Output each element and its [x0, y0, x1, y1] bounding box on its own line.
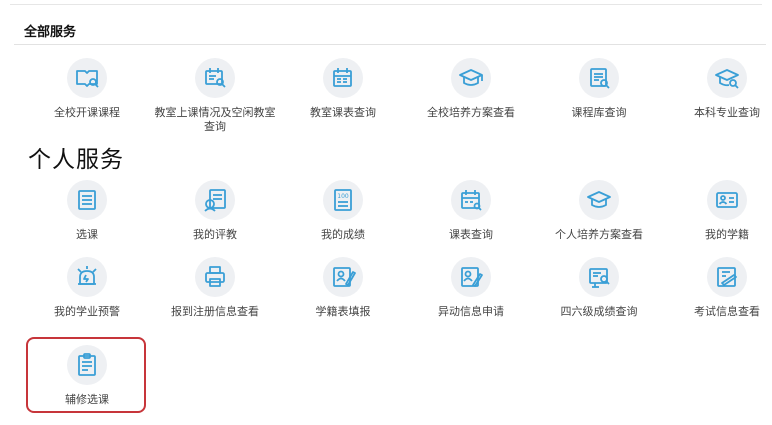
service-item-label: 学籍表填报 [315, 305, 371, 318]
calendar-search-icon [323, 58, 363, 98]
highlight-box [26, 337, 146, 413]
service-item-label: 教室课表查询 [310, 106, 376, 119]
graduation-cap-icon [451, 58, 491, 98]
service-item-timetable-query[interactable]: 课表查询 [406, 180, 536, 260]
service-item-label: 我的学业预警 [54, 305, 120, 318]
service-item-label: 考试信息查看 [694, 305, 760, 318]
service-item-classroom-usage[interactable]: 教室上课情况及空闲教室查询 [150, 58, 280, 138]
all-services-row: 全校开课课程 教室上课情况及空闲教室查询 教室课表查询 全校培养方案查看 课程库… [22, 58, 772, 138]
service-item-my-scores[interactable]: 100 我的成绩 [278, 180, 408, 260]
open-book-search-icon [67, 58, 107, 98]
course-select-icon [67, 180, 107, 220]
personal-services-row-1: 选课 我的评教 100 我的成绩 课表查询 个人培养方案查看 我的学籍 [22, 180, 772, 260]
graduation-cap-icon [579, 180, 619, 220]
exam-search-icon [579, 257, 619, 297]
service-item-label: 我的学籍 [705, 228, 749, 241]
service-item-course-selection[interactable]: 选课 [22, 180, 152, 260]
personal-services-row-2: 我的学业预警 报到注册信息查看 学籍表填报 异动信息申请 四六级成绩查询 考试信… [22, 257, 772, 337]
service-item-status-form[interactable]: 学籍表填报 [278, 257, 408, 337]
exam-info-icon [707, 257, 747, 297]
graduation-cap-search-icon [707, 58, 747, 98]
service-item-personal-curriculum[interactable]: 个人培养方案查看 [534, 180, 664, 260]
service-item-label: 我的成绩 [321, 228, 365, 241]
service-item-label: 本科专业查询 [694, 106, 760, 119]
service-item-label: 异动信息申请 [438, 305, 504, 318]
service-item-cet-scores[interactable]: 四六级成绩查询 [534, 257, 664, 337]
service-item-label: 个人培养方案查看 [555, 228, 643, 241]
service-item-my-status[interactable]: 我的学籍 [662, 180, 772, 260]
classroom-search-icon [195, 58, 235, 98]
alarm-clock-icon [67, 257, 107, 297]
score-100-icon: 100 [323, 180, 363, 220]
service-item-registration-info[interactable]: 报到注册信息查看 [150, 257, 280, 337]
svg-text:100: 100 [337, 193, 349, 200]
application-edit-icon [451, 257, 491, 297]
service-item-classroom-timetable[interactable]: 教室课表查询 [278, 58, 408, 138]
service-item-label: 全校培养方案查看 [427, 106, 515, 119]
evaluation-icon [195, 180, 235, 220]
service-item-school-curriculum[interactable]: 全校培养方案查看 [406, 58, 536, 138]
service-item-undergrad-majors[interactable]: 本科专业查询 [662, 58, 772, 138]
service-item-label: 全校开课课程 [54, 106, 120, 119]
service-item-label: 四六级成绩查询 [560, 305, 638, 318]
id-card-icon [707, 180, 747, 220]
service-item-label: 选课 [76, 228, 98, 241]
service-item-academic-warning[interactable]: 我的学业预警 [22, 257, 152, 337]
printer-icon [195, 257, 235, 297]
service-item-label: 课程库查询 [571, 106, 627, 119]
service-item-my-evaluation[interactable]: 我的评教 [150, 180, 280, 260]
service-item-label: 课表查询 [449, 228, 493, 241]
top-divider [10, 4, 762, 5]
timetable-search-icon [451, 180, 491, 220]
service-item-label: 教室上课情况及空闲教室查询 [154, 106, 276, 133]
all-services-header: 全部服务 [14, 14, 766, 45]
personal-services-title: 个人服务 [28, 147, 124, 173]
form-edit-icon [323, 257, 363, 297]
service-item-label: 报到注册信息查看 [171, 305, 259, 318]
service-item-school-courses[interactable]: 全校开课课程 [22, 58, 152, 138]
document-search-icon [579, 58, 619, 98]
service-item-exam-info[interactable]: 考试信息查看 [662, 257, 772, 337]
service-item-label: 我的评教 [193, 228, 237, 241]
all-services-title: 全部服务 [24, 25, 77, 40]
service-item-change-application[interactable]: 异动信息申请 [406, 257, 536, 337]
service-item-course-library[interactable]: 课程库查询 [534, 58, 664, 138]
